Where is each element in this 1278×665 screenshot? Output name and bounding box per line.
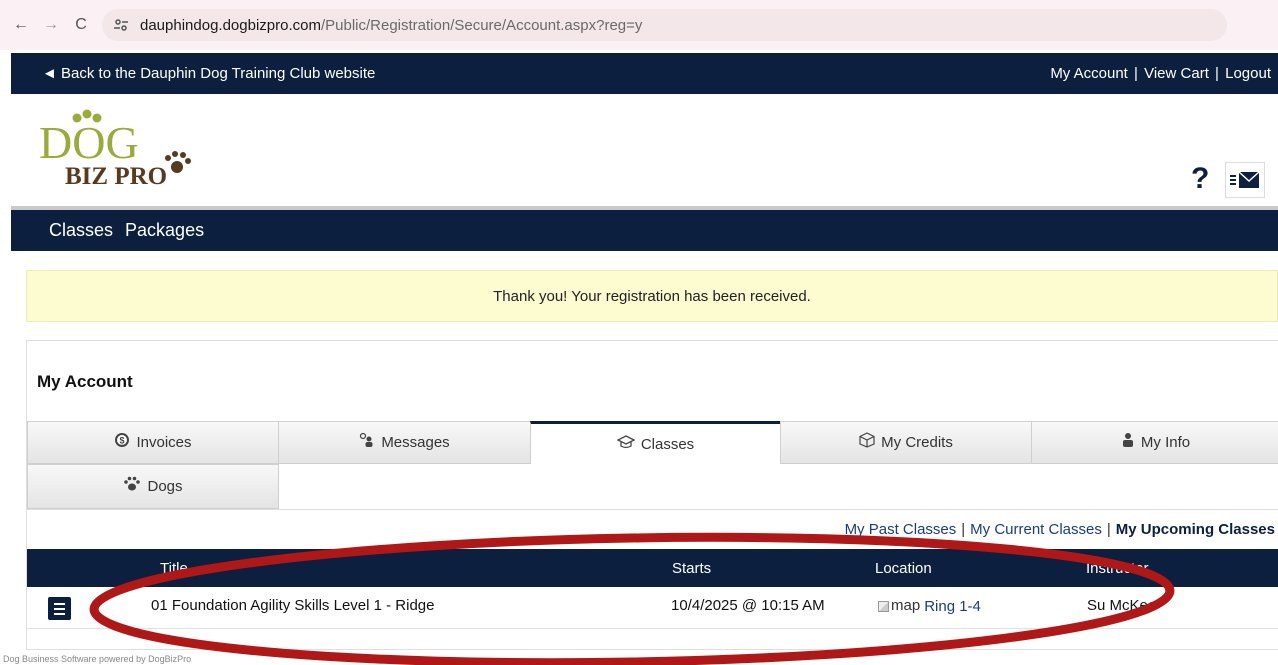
logout-link[interactable]: Logout [1225, 65, 1271, 82]
location-link[interactable]: Ring 1-4 [924, 598, 981, 615]
broken-image-icon [878, 601, 889, 612]
browser-toolbar: ← → C dauphindog.dogbizpro.com/Public/Re… [0, 0, 1278, 50]
alert-message: Thank you! Your registration has been re… [493, 287, 811, 305]
dollar-icon: $ [114, 432, 130, 453]
account-panel: My Account $ Invoices Messages Classes M… [26, 340, 1278, 650]
col-location[interactable]: Location [875, 560, 932, 577]
logo-dog-text: DOG [39, 117, 139, 168]
registration-alert: Thank you! Your registration has been re… [26, 270, 1278, 322]
current-classes-link[interactable]: My Current Classes [970, 521, 1102, 538]
class-start: 10/4/2025 @ 10:15 AM [671, 597, 825, 614]
main-menu: Classes Packages [11, 210, 1278, 251]
table-row: 01 Foundation Agility Skills Level 1 - R… [27, 587, 1278, 629]
view-cart-link[interactable]: View Cart [1144, 65, 1209, 82]
col-instructor[interactable]: Instructor [1086, 560, 1149, 577]
tab-classes[interactable]: Classes [530, 421, 781, 464]
footer-note: Dog Business Software powered by DogBizP… [3, 654, 192, 664]
tab-label: My Info [1140, 434, 1191, 451]
url-host: dauphindog.dogbizpro.com [140, 16, 321, 34]
forward-arrow-icon[interactable]: → [36, 10, 66, 40]
site-settings-icon[interactable] [112, 16, 130, 34]
box-icon [859, 432, 875, 453]
header: DOG BIZ PRO ? [11, 94, 1278, 206]
class-instructor: Su McKee [1087, 597, 1157, 614]
past-classes-link[interactable]: My Past Classes [845, 521, 957, 538]
tab-dogs[interactable]: Dogs [27, 464, 279, 509]
tab-label: Dogs [147, 478, 183, 495]
top-bar: ◄ Back to the Dauphin Dog Training Club … [11, 53, 1278, 94]
my-account-link[interactable]: My Account [1050, 65, 1128, 82]
url-path: /Public/Registration/Secure/Account.aspx… [320, 16, 643, 34]
class-location: map Ring 1-4 [878, 597, 981, 615]
tab-invoices[interactable]: $ Invoices [27, 421, 279, 464]
graduation-cap-icon [616, 434, 636, 454]
menu-packages[interactable]: Packages [125, 220, 204, 241]
col-starts[interactable]: Starts [672, 560, 711, 577]
page-title: My Account [37, 372, 133, 391]
class-filter-nav: My Past Classes | My Current Classes | M… [27, 509, 1278, 549]
logo-bizpro-text: BIZ PRO [65, 163, 167, 188]
separator: | [961, 521, 966, 538]
mail-icon[interactable] [1225, 162, 1265, 198]
back-to-club-link[interactable]: ◄ Back to the Dauphin Dog Training Club … [42, 65, 375, 82]
upcoming-classes-link[interactable]: My Upcoming Classes [1116, 521, 1275, 538]
map-image[interactable]: map [878, 597, 920, 614]
paw-icon [123, 476, 141, 497]
help-icon[interactable]: ? [1191, 162, 1209, 196]
tab-label: Messages [381, 434, 450, 451]
tab-messages[interactable]: Messages [278, 421, 531, 464]
tab-my-credits[interactable]: My Credits [780, 421, 1032, 464]
tab-my-info[interactable]: My Info [1031, 421, 1278, 464]
menu-classes[interactable]: Classes [49, 220, 113, 241]
tab-label: My Credits [881, 434, 953, 451]
class-title: 01 Foundation Agility Skills Level 1 - R… [151, 597, 435, 614]
person-icon [1121, 432, 1135, 453]
col-title[interactable]: Title [160, 560, 188, 577]
separator: | [1106, 521, 1111, 538]
dogbizpro-logo[interactable]: DOG BIZ PRO [37, 108, 197, 188]
separator: | [1134, 65, 1138, 82]
back-arrow-icon[interactable]: ← [6, 10, 36, 40]
table-header: Title Starts Location Instructor [27, 549, 1278, 587]
separator: | [1215, 65, 1219, 82]
address-bar[interactable]: dauphindog.dogbizpro.com/Public/Registra… [102, 9, 1227, 41]
tab-label: Classes [640, 435, 695, 453]
tab-label: Invoices [136, 434, 192, 451]
account-links: My Account | View Cart | Logout [1050, 65, 1271, 82]
row-menu-icon[interactable] [48, 597, 71, 620]
person-icon [359, 432, 375, 453]
reload-icon[interactable]: C [66, 10, 96, 40]
svg-text:$: $ [120, 436, 125, 446]
